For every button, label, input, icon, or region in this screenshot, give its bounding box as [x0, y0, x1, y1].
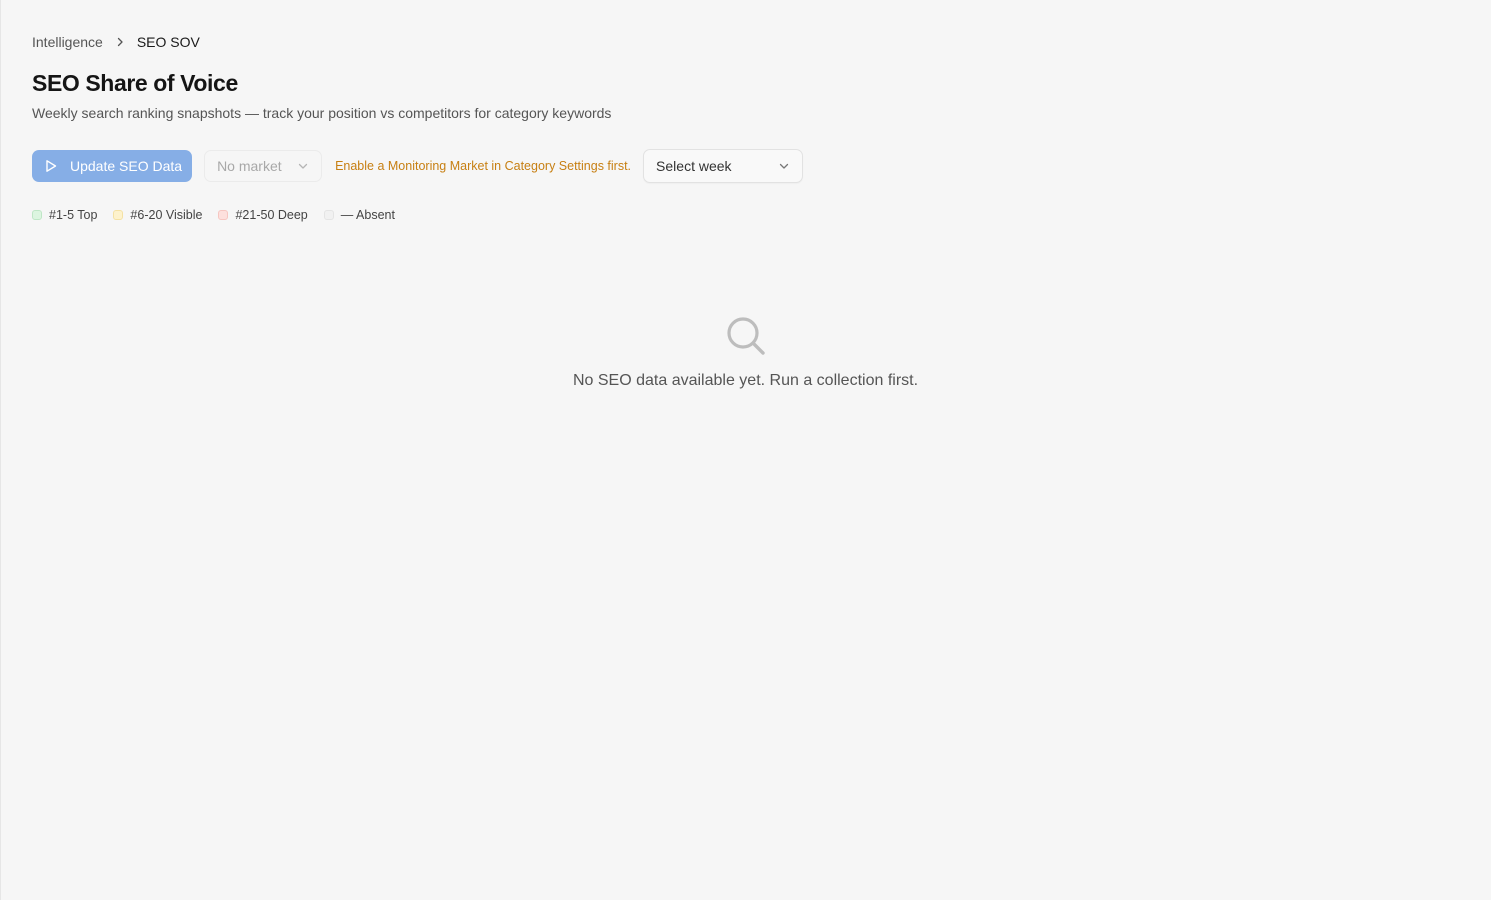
legend-label: #21-50 Deep	[235, 208, 308, 222]
toolbar: Update SEO Data No market Enable a Monit…	[32, 148, 804, 184]
breadcrumb-intelligence[interactable]: Intelligence	[32, 34, 103, 50]
breadcrumb: Intelligence SEO SOV	[32, 33, 200, 51]
market-warning: Enable a Monitoring Market in Category S…	[335, 159, 632, 173]
breadcrumb-current: SEO SOV	[136, 34, 200, 50]
update-seo-data-button[interactable]: Update SEO Data	[32, 150, 193, 182]
legend-label: #1-5 Top	[49, 208, 98, 222]
legend-swatch-absent	[323, 210, 334, 220]
legend-item-deep: #21-50 Deep	[218, 208, 308, 222]
legend-swatch-deep	[218, 210, 229, 220]
update-seo-data-label: Update SEO Data	[70, 158, 183, 174]
week-select[interactable]: Select week	[643, 149, 804, 183]
legend-item-visible: #6-20 Visible	[113, 208, 202, 222]
search-icon	[724, 314, 768, 358]
legend-swatch-visible	[113, 210, 124, 220]
page-left-border	[0, 0, 1, 900]
legend-swatch-top	[32, 210, 42, 220]
empty-state-message: No SEO data available yet. Run a collect…	[572, 372, 919, 389]
market-select-value: No market	[217, 158, 282, 174]
chevron-down-icon	[778, 160, 790, 172]
legend-item-absent: — Absent	[323, 208, 395, 222]
legend-label: #6-20 Visible	[130, 208, 203, 222]
page-subtitle: Weekly search ranking snapshots — track …	[32, 105, 612, 121]
page-title: SEO Share of Voice	[32, 70, 238, 96]
chevron-right-icon	[115, 37, 125, 47]
market-select[interactable]: No market	[204, 150, 323, 182]
rank-legend: #1-5 Top #6-20 Visible #21-50 Deep — Abs…	[32, 208, 411, 222]
empty-state: No SEO data available yet. Run a collect…	[0, 314, 1491, 390]
chevron-down-icon	[297, 160, 309, 172]
legend-label: — Absent	[340, 208, 395, 222]
play-icon	[44, 159, 58, 173]
week-select-placeholder: Select week	[656, 158, 732, 174]
legend-item-top: #1-5 Top	[32, 208, 97, 222]
